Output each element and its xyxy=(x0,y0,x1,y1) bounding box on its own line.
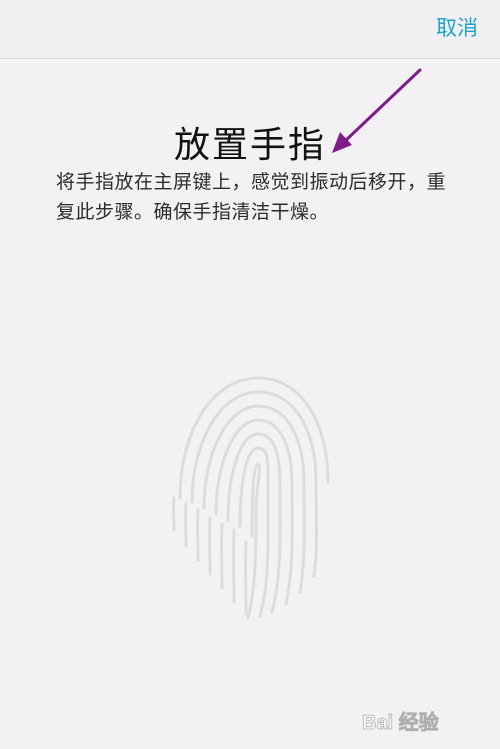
baidu-logo: Bai 经验 xyxy=(362,710,439,735)
instructions-text: 将手指放在主屏键上，感觉到振动后移开，重复此步骤。确保手指清洁干燥。 xyxy=(56,171,447,223)
top-bar: 取消 xyxy=(0,0,500,59)
cancel-button[interactable]: 取消 xyxy=(436,12,478,42)
fingerprint-icon xyxy=(172,376,330,620)
watermark-text: Bai 经验 xyxy=(362,710,439,734)
page-title: 放置手指 xyxy=(173,125,326,166)
